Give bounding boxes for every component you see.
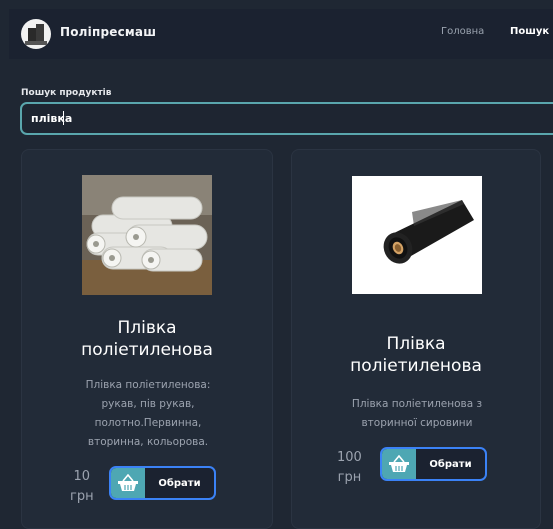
product-price: 100 грн bbox=[337, 450, 362, 485]
text-caret bbox=[63, 111, 64, 125]
product-card: Плівка поліетиленова Плівка поліетиленов… bbox=[291, 149, 541, 529]
product-title: Плівка поліетиленова bbox=[81, 318, 213, 360]
product-description: Плівка поліетиленова з вторинної сировин… bbox=[351, 398, 483, 429]
basket-icon bbox=[382, 449, 416, 479]
nav-link-home[interactable]: Головна bbox=[441, 26, 484, 37]
top-navbar: Поліпресмаш Головна Пошук bbox=[9, 9, 553, 59]
choose-button[interactable]: Обрати bbox=[109, 466, 216, 500]
choose-button-label: Обрати bbox=[158, 477, 201, 489]
brand-logo-icon[interactable] bbox=[21, 19, 51, 49]
product-image bbox=[82, 175, 212, 295]
choose-button[interactable]: Обрати bbox=[380, 447, 487, 481]
brand-name[interactable]: Поліпресмаш bbox=[60, 25, 156, 39]
product-card: Плівка поліетиленова Плівка поліетиленов… bbox=[21, 149, 273, 529]
nav-link-search[interactable]: Пошук bbox=[510, 26, 549, 37]
search-input-value: плівка bbox=[31, 112, 73, 125]
search-label: Пошук продуктів bbox=[21, 88, 112, 98]
product-title: Плівка поліетиленова bbox=[350, 334, 482, 376]
search-input[interactable]: плівка bbox=[20, 102, 553, 135]
product-price: 10 грн bbox=[70, 469, 94, 504]
choose-button-label: Обрати bbox=[429, 458, 472, 470]
basket-icon bbox=[111, 468, 145, 498]
product-description: Плівка поліетиленова: рукав, пів рукав, … bbox=[85, 379, 211, 448]
product-image bbox=[352, 176, 482, 294]
